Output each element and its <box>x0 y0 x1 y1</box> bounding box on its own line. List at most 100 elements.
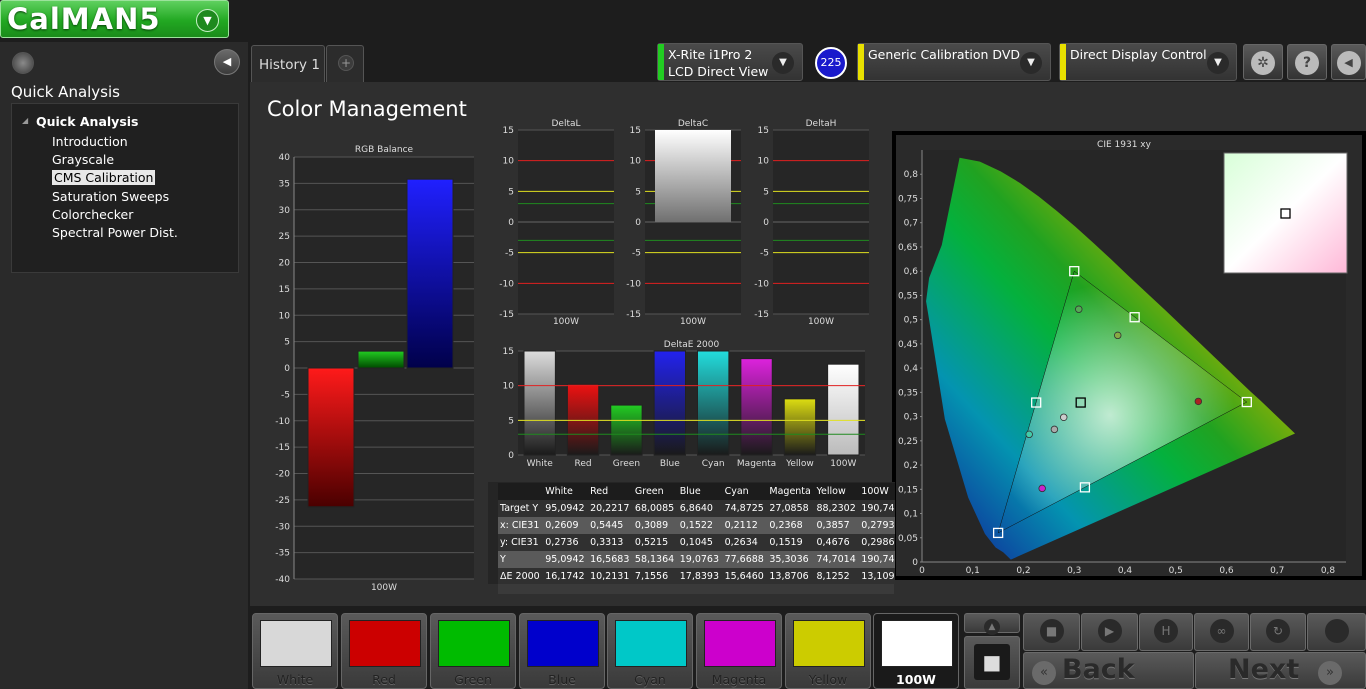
patch-yellow[interactable]: Yellow <box>785 613 871 689</box>
workflow-tree: ◢ Quick Analysis Introduction Grayscale … <box>11 103 239 273</box>
collapse-left-icon: ◀ <box>1336 51 1361 75</box>
table-body: Target Y 95,0942 20,2217 68,0085 6,8640 74,87… <box>498 500 895 584</box>
table-cell: 20,2217 <box>590 503 630 514</box>
table-cell: 58,1364 <box>634 554 675 565</box>
table-cell: 190,74 <box>861 554 895 565</box>
table-cell: 6,8640 <box>679 503 713 514</box>
table-cell: 8,1252 <box>816 571 850 582</box>
patch-cyan[interactable]: Cyan <box>607 613 693 689</box>
collapse-right-button[interactable]: ◀ <box>1331 44 1366 80</box>
app-logo[interactable]: CalMAN5 ▼ <box>0 0 229 38</box>
table-cell: 0,2793 <box>861 520 895 531</box>
table-cell: 0,1519 <box>769 537 803 548</box>
back-label: Back <box>1062 654 1135 685</box>
refresh-icon: ↻ <box>1266 619 1290 643</box>
patch-label: White <box>276 672 314 687</box>
table-cell: 16,5683 <box>590 554 630 565</box>
table-cell: 10,2131 <box>590 571 630 582</box>
play-button[interactable]: ▶ <box>1081 613 1138 651</box>
table-cell: 0,2986 <box>861 537 895 548</box>
hold-button[interactable]: H <box>1139 613 1193 651</box>
patch-white[interactable]: White <box>252 613 338 689</box>
patch-blue[interactable]: Blue <box>519 613 605 689</box>
stop-read-button[interactable]: ■ <box>964 636 1020 689</box>
next-button[interactable]: Next » <box>1195 652 1366 689</box>
patch-green[interactable]: Green <box>430 613 516 689</box>
settings-button[interactable]: ✲ <box>1243 44 1283 80</box>
tree-item-introduction[interactable]: Introduction <box>52 134 128 149</box>
table-cell: 95,0942 <box>545 503 585 514</box>
gear-icon: ✲ <box>1251 51 1275 75</box>
patch-swatch <box>881 620 953 667</box>
chevron-down-icon[interactable]: ▼ <box>196 9 219 32</box>
table-cell: 0,1045 <box>679 537 713 548</box>
table-cell: Y <box>500 554 506 565</box>
table-cell: 68,0085 <box>634 503 675 514</box>
refresh-button[interactable]: ↻ <box>1250 613 1306 651</box>
help-icon: ? <box>1295 51 1319 75</box>
patch-red[interactable]: Red <box>341 613 427 689</box>
display-selector[interactable]: Direct Display Control ▼ <box>1059 43 1237 81</box>
collapse-sidebar-icon[interactable]: ◀ <box>214 49 240 75</box>
tab-history-1[interactable]: History 1 <box>251 45 325 82</box>
meter-selector[interactable]: X-Rite i1Pro 2 LCD Direct View ▼ <box>657 43 803 81</box>
table-cell: 77,6688 <box>724 554 764 565</box>
table-cell: 0,3313 <box>590 537 624 548</box>
patch-label: Yellow <box>808 672 848 687</box>
table-row: y: CIE31 0,2736 0,3313 0,5215 0,1045 0,2634 0,… <box>498 534 895 551</box>
app-logo-text: CalMAN5 <box>7 2 161 36</box>
help-button[interactable]: ? <box>1287 44 1327 80</box>
patch-100w[interactable]: 100W <box>873 613 959 689</box>
back-chevron-icon: « <box>1032 661 1056 685</box>
patch-up-button[interactable]: ▲ <box>964 613 1020 635</box>
table-cell: 0,5215 <box>634 537 669 548</box>
tree-item-saturation-sweeps[interactable]: Saturation Sweeps <box>52 189 169 204</box>
table-cell: 15,6460 <box>724 571 764 582</box>
extra-button[interactable] <box>1307 613 1366 651</box>
tree-root-quick-analysis[interactable]: Quick Analysis <box>36 114 139 129</box>
table-scrollbar[interactable] <box>498 584 894 594</box>
table-cell: 35,3036 <box>769 554 809 565</box>
column-header: Magenta <box>769 486 811 497</box>
table-cell: 88,2302 <box>816 503 856 514</box>
measurement-table: White Red Green Blue Cyan Magenta Yellow 100W T… <box>488 482 895 584</box>
table-cell: 0,1522 <box>679 520 713 531</box>
play-icon: ▶ <box>1097 619 1122 643</box>
table-cell: 0,5445 <box>590 520 624 531</box>
patch-label: Green <box>454 672 492 687</box>
table-row: Y 95,0942 16,5683 58,1364 19,0763 77,6688 35,3… <box>498 551 895 568</box>
pin-icon[interactable] <box>12 52 34 74</box>
patch-magenta[interactable]: Magenta <box>696 613 782 689</box>
table-cell: x: CIE31 <box>500 520 540 531</box>
table-cell: y: CIE31 <box>500 537 539 548</box>
meter-reading-badge[interactable]: 225 <box>815 47 847 79</box>
table-row: Target Y 95,0942 20,2217 68,0085 6,8640 74,87… <box>498 500 895 517</box>
meter-status-bar <box>658 44 664 80</box>
table-cell: 17,8393 <box>679 571 720 582</box>
next-label: Next <box>1228 654 1300 685</box>
patch-label: 100W <box>896 672 936 687</box>
tree-item-cms-calibration[interactable]: CMS Calibration <box>52 170 156 185</box>
loop-button[interactable]: ∞ <box>1194 613 1249 651</box>
add-tab-button[interactable]: + <box>326 45 364 82</box>
back-button[interactable]: Back « <box>1023 652 1194 689</box>
patch-swatch <box>438 620 510 667</box>
tree-expand-icon[interactable]: ◢ <box>22 116 28 125</box>
source-selector[interactable]: Generic Calibration DVD ▼ <box>857 43 1051 81</box>
table-cell: 0,4676 <box>816 537 850 548</box>
table-cell: 7,1556 <box>634 571 669 582</box>
table-cell: 74,7014 <box>816 554 856 565</box>
chevron-down-icon[interactable]: ▼ <box>772 52 794 74</box>
stop-button[interactable]: ■ <box>1023 613 1080 651</box>
display-status-bar <box>1060 44 1066 80</box>
table-row: ΔE 2000 16,1742 10,2131 7,1556 17,8393 15,646… <box>498 568 895 584</box>
patch-swatch <box>349 620 421 667</box>
patch-label: Magenta <box>711 672 767 687</box>
table-cell: 0,3857 <box>816 520 850 531</box>
tree-item-colorchecker[interactable]: Colorchecker <box>52 207 133 222</box>
column-header <box>498 483 543 500</box>
tree-item-spectral-power[interactable]: Spectral Power Dist. <box>52 225 178 240</box>
chevron-down-icon[interactable]: ▼ <box>1020 52 1042 74</box>
tree-item-grayscale[interactable]: Grayscale <box>52 152 114 167</box>
chevron-down-icon[interactable]: ▼ <box>1207 52 1229 74</box>
